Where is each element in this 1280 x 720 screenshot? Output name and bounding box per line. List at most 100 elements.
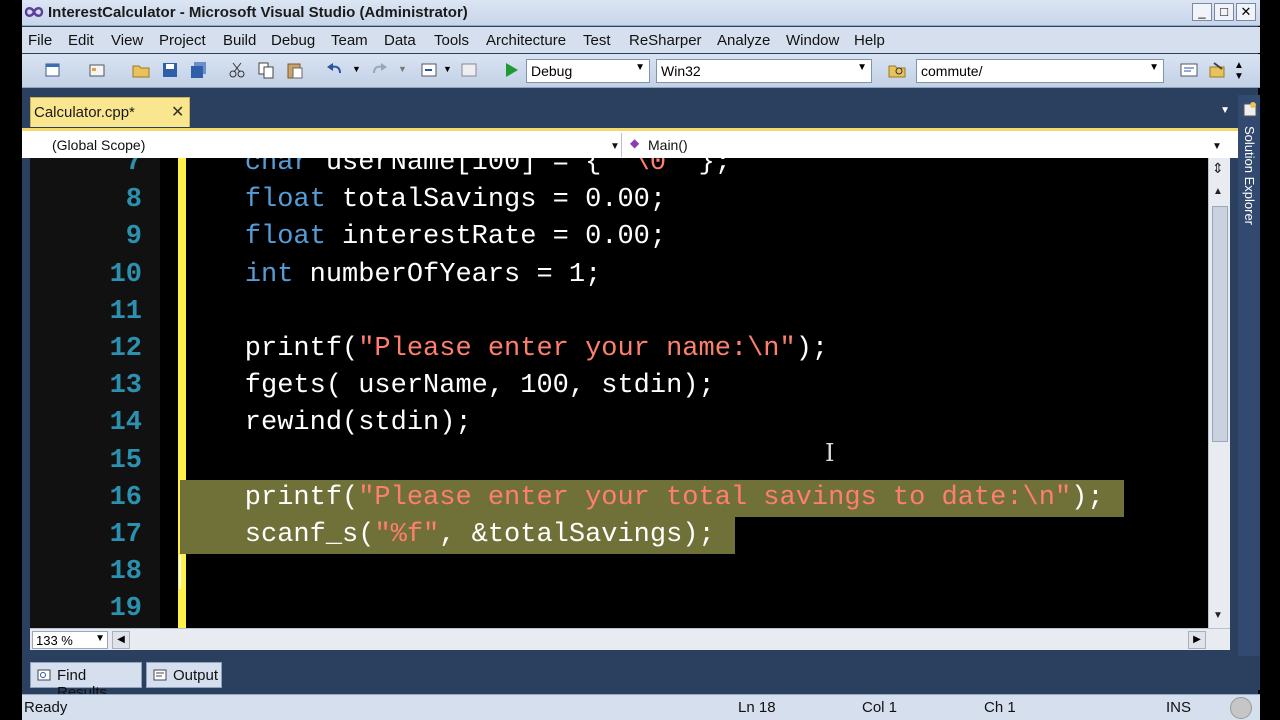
code-text: fgets( userName, 100, stdin); [180, 368, 715, 405]
menu-help[interactable]: Help [854, 32, 885, 49]
scroll-right-arrow-icon[interactable]: ▶ [1188, 631, 1206, 649]
cut-icon[interactable] [228, 61, 246, 79]
code-token: scanf_s( [180, 520, 375, 550]
minimize-button[interactable]: _ [1192, 3, 1212, 21]
solution-explorer-icon[interactable] [1180, 61, 1198, 79]
code-line[interactable]: 11 [30, 294, 1208, 331]
solution-configuration-select[interactable]: Debug ▼ [526, 59, 650, 83]
code-line[interactable]: 7 char userName[100] = { '\0' }; [30, 158, 1208, 182]
code-token: userName[100] = { [309, 158, 618, 178]
open-file-icon[interactable] [132, 61, 150, 79]
code-token: ); [1071, 482, 1104, 513]
tab-list-dropdown-icon[interactable]: ▼ [1220, 105, 1230, 116]
menu-file[interactable]: File [28, 32, 52, 49]
navigate-forward-icon[interactable] [460, 61, 478, 79]
text-caret [179, 555, 181, 589]
save-icon[interactable] [161, 61, 179, 79]
line-number: 8 [125, 185, 142, 216]
solution-explorer-pin-icon[interactable] [1242, 100, 1258, 118]
menu-tools[interactable]: Tools [434, 32, 469, 49]
vertical-scroll-thumb[interactable] [1212, 206, 1228, 442]
code-line[interactable]: 18 [30, 554, 1208, 591]
menu-project[interactable]: Project [159, 32, 206, 49]
code-line[interactable]: 17 scanf_s("%f", &totalSavings); [30, 517, 1208, 554]
code-line[interactable]: 14 rewind(stdin); [30, 405, 1208, 442]
find-box[interactable]: commute/ ▼ [916, 59, 1164, 83]
resize-grip-icon[interactable] [1230, 697, 1252, 719]
code-token: totalSavings = 0.00; [325, 185, 667, 216]
navigate-dropdown-icon[interactable]: ▼ [443, 64, 452, 74]
code-line[interactable]: 10 int numberOfYears = 1; [30, 257, 1208, 294]
menu-view[interactable]: View [111, 32, 143, 49]
line-number: 19 [109, 594, 142, 625]
line-number: 10 [109, 259, 142, 290]
close-tab-icon[interactable]: ✕ [171, 102, 184, 122]
save-all-icon[interactable] [190, 61, 208, 79]
redo-dropdown-icon[interactable]: ▼ [398, 64, 407, 74]
mouse-ibeam-cursor-icon: I [825, 439, 835, 467]
start-debugging-icon[interactable] [502, 61, 520, 79]
copy-icon[interactable] [257, 61, 275, 79]
menu-edit[interactable]: Edit [68, 32, 94, 49]
horizontal-scrollbar[interactable]: 133 % ▼ ◀ ▶ [30, 628, 1230, 650]
scope-select[interactable]: (Global Scope) ▼ [22, 133, 622, 157]
tab-output[interactable]: Output [146, 662, 222, 688]
properties-icon[interactable] [1208, 61, 1226, 79]
menu-test[interactable]: Test [583, 32, 611, 49]
code-line[interactable]: 15 [30, 443, 1208, 480]
new-project-icon[interactable] [44, 61, 62, 79]
code-line[interactable]: 16 printf("Please enter your total savin… [30, 479, 1208, 517]
code-editor[interactable]: 7 char userName[100] = { '\0' }; 8 float … [30, 158, 1208, 628]
code-token: , &totalSavings); [439, 520, 715, 550]
vertical-scrollbar[interactable]: ⇕ ▲ ▼ [1208, 158, 1230, 628]
close-button[interactable]: ✕ [1236, 3, 1256, 21]
undo-icon[interactable] [326, 61, 344, 79]
code-line[interactable]: 9 float interestRate = 0.00; [30, 219, 1208, 256]
letterbox-left [0, 0, 22, 720]
scroll-down-arrow-icon[interactable]: ▼ [1213, 610, 1223, 621]
code-text: int numberOfYears = 1; [180, 257, 601, 294]
menu-analyze[interactable]: Analyze [717, 32, 770, 49]
status-line: Ln 18 [738, 699, 776, 716]
paste-icon[interactable] [286, 61, 304, 79]
navigate-backward-icon[interactable] [420, 61, 438, 79]
member-select[interactable]: ◆ Main() ▼ [624, 133, 1224, 157]
scroll-left-arrow-icon[interactable]: ◀ [112, 631, 130, 649]
line-number: 11 [109, 296, 142, 327]
undo-dropdown-icon[interactable]: ▼ [352, 64, 361, 74]
code-line[interactable]: 12 printf("Please enter your name:\n"); [30, 331, 1208, 368]
add-item-icon[interactable] [88, 61, 106, 79]
solution-platform-select[interactable]: Win32 ▼ [656, 59, 872, 83]
menu-debug[interactable]: Debug [271, 32, 315, 49]
menu-team[interactable]: Team [331, 32, 368, 49]
code-token: fgets( userName, 100, stdin); [180, 371, 715, 402]
toolbar-overflow-icon[interactable]: ▲ ▼ [1234, 60, 1244, 82]
restore-button[interactable]: □ [1214, 3, 1234, 21]
menu-architecture[interactable]: Architecture [486, 32, 566, 49]
menu-build[interactable]: Build [223, 32, 256, 49]
menu-window[interactable]: Window [786, 32, 839, 49]
visual-studio-logo-icon [24, 7, 44, 17]
redo-icon[interactable] [370, 61, 388, 79]
solution-explorer-tab[interactable]: Solution Explorer [1242, 126, 1257, 225]
scroll-up-arrow-icon[interactable]: ▲ [1213, 186, 1223, 197]
tab-calculator-cpp[interactable]: Calculator.cpp* ✕ [30, 97, 190, 127]
tab-find-results[interactable]: Find Results [30, 662, 142, 701]
menu-data[interactable]: Data [384, 32, 416, 49]
menu-resharper[interactable]: ReSharper [629, 32, 702, 49]
code-line[interactable]: 13 fgets( userName, 100, stdin); [30, 368, 1208, 405]
status-insert-mode: INS [1166, 699, 1192, 716]
zoom-select[interactable]: 133 % ▼ [32, 631, 108, 649]
output-window-icon [153, 669, 167, 681]
split-handle-icon[interactable]: ⇕ [1212, 160, 1224, 177]
code-line[interactable]: 8 float totalSavings = 0.00; [30, 182, 1208, 219]
code-text: printf("Please enter your total savings … [180, 479, 1124, 517]
solution-platform-value: Win32 [661, 63, 701, 79]
status-bar: Ready Ln 18 Col 1 Ch 1 INS [22, 694, 1260, 720]
chevron-down-icon: ▼ [610, 141, 620, 152]
find-in-files-icon[interactable] [888, 61, 906, 79]
letterbox-right [1258, 0, 1280, 720]
code-line[interactable]: 19 [30, 591, 1208, 628]
code-token: numberOfYears = 1; [293, 259, 602, 290]
